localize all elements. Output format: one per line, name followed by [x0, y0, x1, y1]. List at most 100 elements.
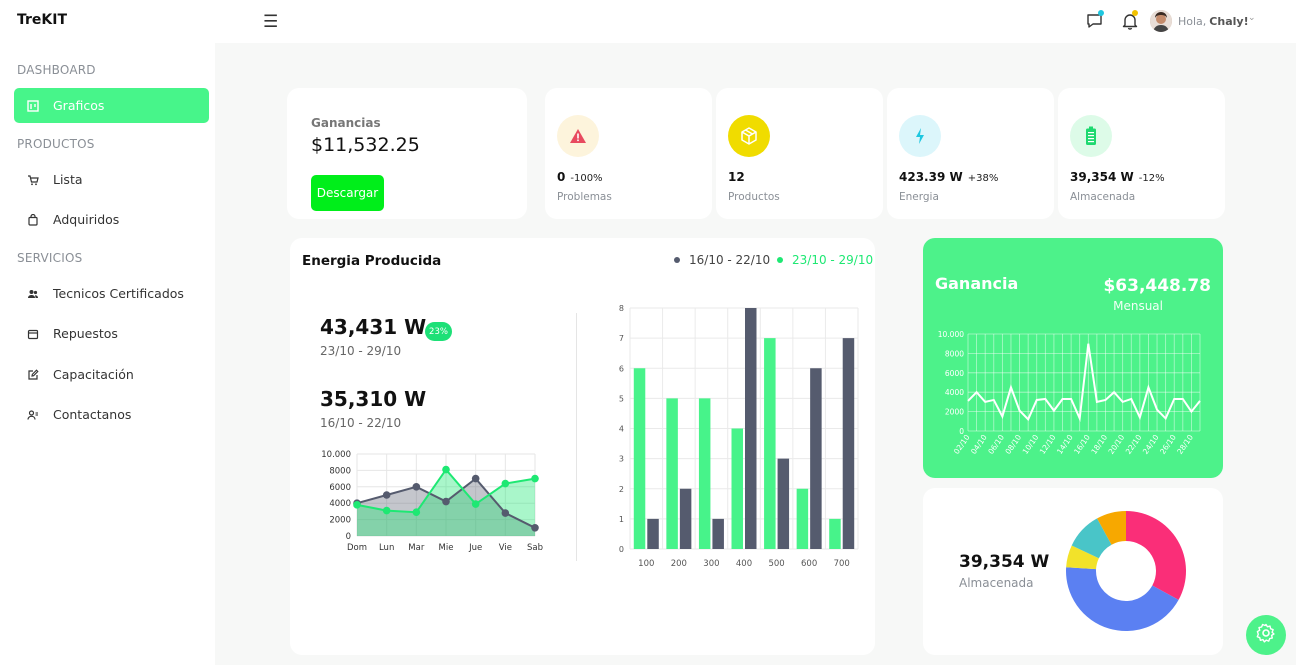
- x-tick-label: Sab: [527, 543, 543, 553]
- legend-item-previous[interactable]: 16/10 - 22/10: [674, 253, 770, 267]
- stat-value: 423.39 W +38%: [899, 170, 999, 184]
- donut-chart: [1066, 511, 1187, 632]
- y-tick-label: 10.000: [321, 450, 351, 460]
- stat-label: Energia: [899, 191, 939, 203]
- gear-icon: [1256, 623, 1276, 647]
- x-tick-label: 08/10: [1003, 433, 1023, 456]
- bar: [731, 428, 743, 549]
- sidebar-item-adquiridos[interactable]: Adquiridos: [14, 202, 209, 237]
- user-greeting[interactable]: Hola, Chaly!: [1178, 15, 1249, 28]
- sidebar-item-contactanos[interactable]: Contactanos: [14, 397, 209, 432]
- y-tick-label: 4: [619, 425, 624, 434]
- ganancia-value: $63,448.78: [1103, 276, 1211, 296]
- data-point: [382, 491, 391, 499]
- energia-title: Energia Producida: [302, 253, 442, 269]
- almacenada-value: 39,354 W: [959, 552, 1050, 572]
- legend-label: 16/10 - 22/10: [689, 253, 771, 267]
- x-tick-label: 18/10: [1089, 433, 1109, 456]
- stat-change: -12%: [1138, 173, 1165, 184]
- donut-slice: [1126, 511, 1187, 600]
- sidebar: TreKIT DASHBOARD Graficos PRODUCTOS List…: [0, 0, 215, 665]
- bag-icon: [26, 213, 40, 227]
- stat-change: -100%: [570, 173, 603, 184]
- x-tick-label: 24/10: [1141, 433, 1161, 456]
- stat-card-problemas: 0 -100% Problemas: [545, 88, 712, 219]
- line-chart: 10.0008000600040002000002/1004/1006/1008…: [938, 330, 1201, 456]
- user-contact-icon: [26, 408, 40, 422]
- x-tick-label: Lun: [379, 543, 394, 553]
- messages-badge: [1098, 10, 1104, 16]
- menu-toggle-icon[interactable]: ☰: [263, 12, 278, 32]
- bar: [745, 308, 757, 549]
- sidebar-item-repuestos[interactable]: Repuestos: [14, 316, 209, 351]
- section-title-productos: PRODUCTOS: [17, 137, 95, 151]
- data-point: [471, 474, 480, 483]
- bar: [698, 398, 711, 549]
- x-tick-label: Mie: [439, 543, 454, 553]
- legend-item-current[interactable]: 23/10 - 29/10: [777, 253, 873, 267]
- section-title-dashboard: DASHBOARD: [17, 63, 96, 77]
- battery-icon: [1070, 115, 1112, 157]
- bar: [647, 518, 659, 549]
- stat-card-energia: 423.39 W +38% Energia: [887, 88, 1054, 219]
- edit-icon: [26, 368, 40, 382]
- chart-icon: [26, 99, 40, 113]
- topbar: ☰ Hola, Chaly! ⌄: [215, 0, 1296, 43]
- x-tick-label: 500: [768, 559, 784, 569]
- y-tick-label: 3: [619, 455, 624, 464]
- sidebar-item-graficos[interactable]: Graficos: [14, 88, 209, 123]
- legend-dot: [674, 257, 680, 263]
- stat-label: Almacenada: [1070, 191, 1136, 203]
- stat-value: 39,354 W -12%: [1070, 170, 1165, 184]
- ganancias-title: Ganancias: [311, 116, 381, 130]
- current-energy-value: 43,431 W: [320, 315, 427, 339]
- brand-logo[interactable]: TreKIT: [17, 12, 67, 28]
- x-tick-label: Dom: [347, 543, 367, 553]
- y-tick-label: 10.000: [938, 330, 964, 339]
- sidebar-item-label: Repuestos: [53, 326, 118, 341]
- ganancia-title: Ganancia: [935, 274, 1019, 293]
- data-point: [412, 508, 421, 517]
- settings-button[interactable]: [1246, 615, 1286, 655]
- data-point: [412, 483, 421, 491]
- bar-chart: 8 7 6 5 4 3 2 1 0 100 200 300 400 500 600 700: [619, 304, 859, 569]
- sidebar-item-label: Tecnicos Certificados: [53, 286, 184, 301]
- stat-card-almacenada: 39,354 W -12% Almacenada: [1058, 88, 1225, 219]
- y-tick-label: 2000: [945, 408, 964, 417]
- stat-value: 12: [728, 170, 745, 184]
- avatar[interactable]: [1150, 10, 1172, 32]
- bar: [842, 338, 855, 549]
- y-tick-label: 0: [619, 545, 624, 554]
- ganancias-value: $11,532.25: [311, 134, 420, 156]
- bar: [777, 458, 790, 549]
- y-tick-label: 0: [346, 532, 351, 542]
- stat-change: +38%: [967, 173, 999, 184]
- notifications-icon[interactable]: [1120, 10, 1140, 31]
- y-tick-label: 4000: [945, 388, 964, 397]
- ganancia-period: Mensual: [1113, 299, 1163, 313]
- ganancia-card: Ganancia $63,448.78 Mensual 10.000 8000 60…: [923, 238, 1223, 478]
- x-tick-label: 26/10: [1158, 433, 1178, 456]
- x-tick-label: Vie: [499, 543, 512, 553]
- y-tick-label: 8: [619, 304, 624, 313]
- sidebar-item-tecnicos[interactable]: Tecnicos Certificados: [14, 276, 209, 311]
- sidebar-item-capacitacion[interactable]: Capacitación: [14, 357, 209, 392]
- messages-icon[interactable]: [1085, 10, 1105, 31]
- y-tick-label: 1: [619, 515, 624, 524]
- almacenada-label: Almacenada: [959, 576, 1034, 590]
- divider: [576, 313, 577, 561]
- chevron-down-icon[interactable]: ⌄: [1248, 13, 1256, 23]
- data-point: [531, 474, 539, 483]
- download-button[interactable]: Descargar: [311, 175, 384, 211]
- x-tick-label: 04/10: [969, 433, 989, 456]
- y-tick-label: 6000: [945, 369, 964, 378]
- x-tick-label: 14/10: [1055, 433, 1075, 456]
- sidebar-item-lista[interactable]: Lista: [14, 162, 209, 197]
- y-tick-label: 8000: [945, 349, 964, 358]
- energia-producida-card: Energia Producida 16/10 - 22/10 23/10 - …: [290, 238, 875, 655]
- ganancias-card: Ganancias $11,532.25 Descargar: [287, 88, 527, 219]
- data-point: [501, 509, 510, 517]
- y-tick-label: 2: [619, 485, 624, 494]
- x-tick-label: 300: [703, 559, 719, 569]
- sidebar-item-label: Lista: [53, 172, 83, 187]
